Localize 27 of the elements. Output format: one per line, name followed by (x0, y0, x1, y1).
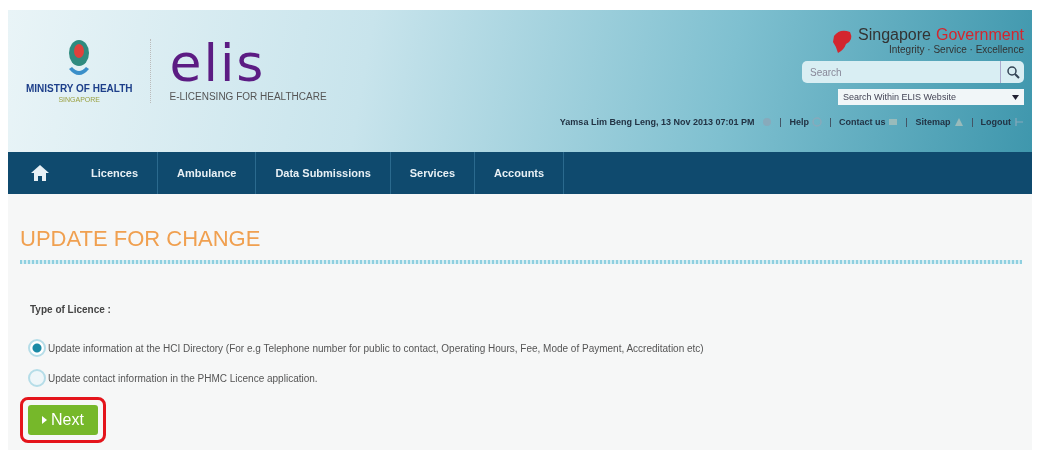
play-arrow-icon (42, 416, 47, 424)
header-link[interactable]: Logout (980, 117, 1024, 127)
logo-tagline: E-LICENSING FOR HEALTHCARE (169, 90, 327, 102)
radio-label: Update information at the HCI Directory (For e.g Telephone number for public to contact, Operating Hours, Fee, Mode of Payment, Accreditation etc) (48, 342, 704, 354)
ministry-name: MINISTRY OF HEALTH (26, 83, 133, 94)
radio-button[interactable] (28, 369, 46, 387)
radio-label: Update contact information in the PHMC Licence application. (48, 372, 318, 384)
search-button[interactable] (1000, 61, 1024, 83)
gov-name: Singapore (858, 26, 931, 44)
dropdown-arrow-icon (1012, 94, 1019, 100)
search-field[interactable]: Search (802, 61, 1000, 83)
field-label: Type of Licence : (30, 304, 112, 315)
search-icon (1005, 65, 1020, 79)
logout-icon (1014, 117, 1024, 127)
search-scope-dropdown[interactable]: Search Within ELIS Website (838, 89, 1024, 105)
home-icon (30, 164, 50, 182)
gov-motto: Integrity · Service · Excellence (888, 44, 1024, 55)
page-title: UPDATE FOR CHANGE (20, 226, 262, 252)
help-icon (811, 117, 822, 127)
header-link[interactable]: Help (789, 117, 822, 127)
header-link[interactable]: Sitemap (915, 117, 964, 127)
user-session-info: Yamsa Lim Beng Leng, 13 Nov 2013 07:01 PM (559, 117, 755, 127)
elis-logo: elis (169, 40, 266, 85)
gov-word: Government (935, 26, 1024, 44)
header-link[interactable]: Contact us (838, 117, 899, 127)
contact-card-icon (888, 117, 899, 127)
radio-button[interactable] (28, 339, 46, 357)
